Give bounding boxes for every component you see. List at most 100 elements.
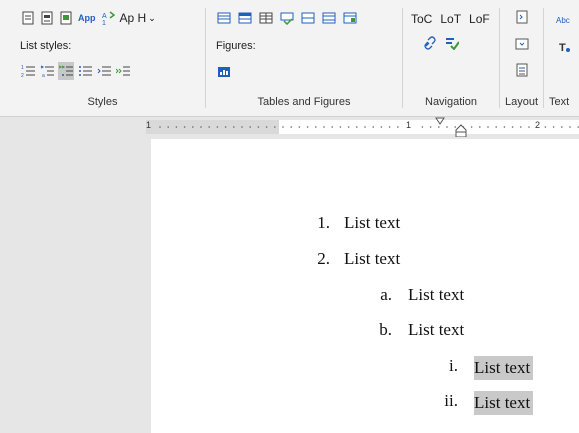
svg-text:a: a bbox=[42, 73, 45, 78]
ruler-tick bbox=[511, 126, 514, 128]
table-style-1-button[interactable] bbox=[216, 9, 232, 27]
horizontal-ruler[interactable]: 1 1 2 bbox=[0, 117, 579, 138]
text-group: Abc T Text bbox=[544, 0, 579, 116]
style-document-3-button[interactable] bbox=[58, 9, 74, 27]
toc-button[interactable]: ToC bbox=[410, 10, 433, 28]
ruler-tick bbox=[479, 126, 481, 128]
tables-figures-group: Figures: Tables and Figures bbox=[206, 0, 402, 116]
first-line-indent-marker[interactable] bbox=[435, 117, 445, 125]
document-page[interactable] bbox=[151, 139, 579, 433]
ruler-tick bbox=[528, 126, 530, 128]
hanging-indent-marker[interactable] bbox=[455, 124, 467, 138]
ruler-tick bbox=[298, 126, 301, 128]
app-style-button[interactable]: App bbox=[77, 9, 97, 27]
table-style-4-button[interactable] bbox=[279, 9, 295, 27]
page-icon bbox=[515, 10, 529, 24]
list-marker: 2. bbox=[317, 249, 330, 268]
lot-button[interactable]: LoT bbox=[439, 10, 462, 28]
ruler-tick bbox=[380, 126, 383, 128]
ruler-tick bbox=[520, 126, 522, 128]
abc-button[interactable]: Abc bbox=[555, 11, 571, 29]
document-lines-icon bbox=[40, 11, 54, 25]
ruler-tick bbox=[503, 126, 506, 128]
figure-button[interactable] bbox=[216, 62, 232, 80]
list-item-text-selected: List text bbox=[474, 391, 534, 415]
style-document-2-button[interactable] bbox=[39, 9, 55, 27]
ruler-ticks bbox=[159, 126, 579, 128]
text-format-button[interactable]: T bbox=[557, 38, 573, 56]
ruler-tick bbox=[323, 126, 325, 128]
figure-chart-icon bbox=[217, 64, 231, 78]
layout-section-button[interactable] bbox=[514, 35, 530, 53]
layout-columns-button[interactable] bbox=[514, 61, 530, 79]
list-marker: i. bbox=[449, 356, 458, 375]
numbered-list-button[interactable]: 12 bbox=[20, 62, 36, 80]
ruler-tick bbox=[552, 126, 555, 128]
table-style-3-button[interactable] bbox=[258, 9, 274, 27]
layout-group: Layout bbox=[500, 0, 543, 116]
multilevel-list-icon: a bbox=[40, 64, 54, 78]
text-format-icon: T bbox=[558, 40, 572, 54]
bullet-list-button[interactable] bbox=[77, 62, 93, 80]
figures-label: Figures: bbox=[216, 40, 256, 52]
sort-az-icon: A1 bbox=[101, 11, 115, 25]
ruler-tick bbox=[200, 126, 202, 128]
chevron-down-icon: ⌄ bbox=[148, 12, 156, 23]
table-style-7-button[interactable] bbox=[342, 9, 358, 27]
table-style-2-button[interactable] bbox=[237, 9, 253, 27]
table-check-icon bbox=[280, 11, 294, 25]
ruler-mark: 1 bbox=[406, 120, 412, 130]
list-item-text: List text bbox=[408, 285, 465, 304]
ruler-tick bbox=[224, 126, 227, 128]
layout-group-label: Layout bbox=[504, 96, 539, 108]
tables-figures-group-label: Tables and Figures bbox=[257, 96, 351, 108]
style-document-button[interactable] bbox=[20, 9, 36, 27]
link-button[interactable] bbox=[422, 34, 438, 52]
ruler-tick bbox=[265, 126, 268, 128]
sort-az-button[interactable]: A1 bbox=[100, 9, 116, 27]
bullet-list-icon bbox=[78, 64, 92, 78]
table-chart-icon bbox=[343, 11, 357, 25]
link-icon bbox=[423, 36, 437, 50]
ruler-tick bbox=[274, 126, 276, 128]
multilevel-list-button[interactable]: a bbox=[39, 62, 55, 80]
list-item-text-selected: List text bbox=[474, 356, 534, 380]
table-lines-icon bbox=[301, 11, 315, 25]
ruler-tick bbox=[470, 126, 473, 128]
ruler-tick bbox=[249, 126, 251, 128]
indent-list-button[interactable] bbox=[96, 62, 112, 80]
styles-group: App A1 Ap H ⌄ List styles: 12 a Styles bbox=[0, 0, 205, 116]
ruler-tick bbox=[167, 126, 169, 128]
table-grid-icon bbox=[259, 11, 273, 25]
list-item-text: List text bbox=[344, 213, 401, 232]
ruler-tick bbox=[331, 126, 334, 128]
list-check-button[interactable] bbox=[444, 34, 460, 52]
ruler-tick bbox=[356, 126, 358, 128]
ruler-tick bbox=[347, 126, 350, 128]
ruler-tick bbox=[233, 126, 235, 128]
ruler-tick bbox=[438, 126, 440, 128]
lof-button[interactable]: LoF bbox=[468, 10, 491, 28]
double-indent-list-button[interactable] bbox=[115, 62, 131, 80]
styles-group-label: Styles bbox=[87, 96, 118, 108]
svg-text:1: 1 bbox=[102, 20, 106, 25]
table-split-icon bbox=[322, 11, 336, 25]
ruler-tick bbox=[183, 126, 186, 128]
list-marker: a. bbox=[380, 285, 392, 304]
ruler-mark: 1 bbox=[146, 120, 152, 130]
list-item-text: List text bbox=[344, 249, 401, 268]
document-image-icon bbox=[59, 11, 73, 25]
double-indent-list-icon bbox=[116, 64, 130, 78]
ap-heading-dropdown[interactable]: Ap H ⌄ bbox=[119, 9, 157, 27]
ruler-tick bbox=[216, 126, 219, 128]
table-style-5-button[interactable] bbox=[300, 9, 316, 27]
outline-list-icon bbox=[59, 64, 73, 78]
list-check-icon bbox=[445, 36, 459, 50]
layout-page-button[interactable] bbox=[514, 8, 530, 26]
ruler-tick bbox=[372, 126, 375, 128]
table-style-6-button[interactable] bbox=[321, 9, 337, 27]
multilevel-list-active-button[interactable] bbox=[58, 62, 74, 80]
ruler-tick bbox=[388, 126, 391, 128]
ruler-tick bbox=[282, 126, 284, 128]
ruler-tick bbox=[561, 126, 563, 128]
